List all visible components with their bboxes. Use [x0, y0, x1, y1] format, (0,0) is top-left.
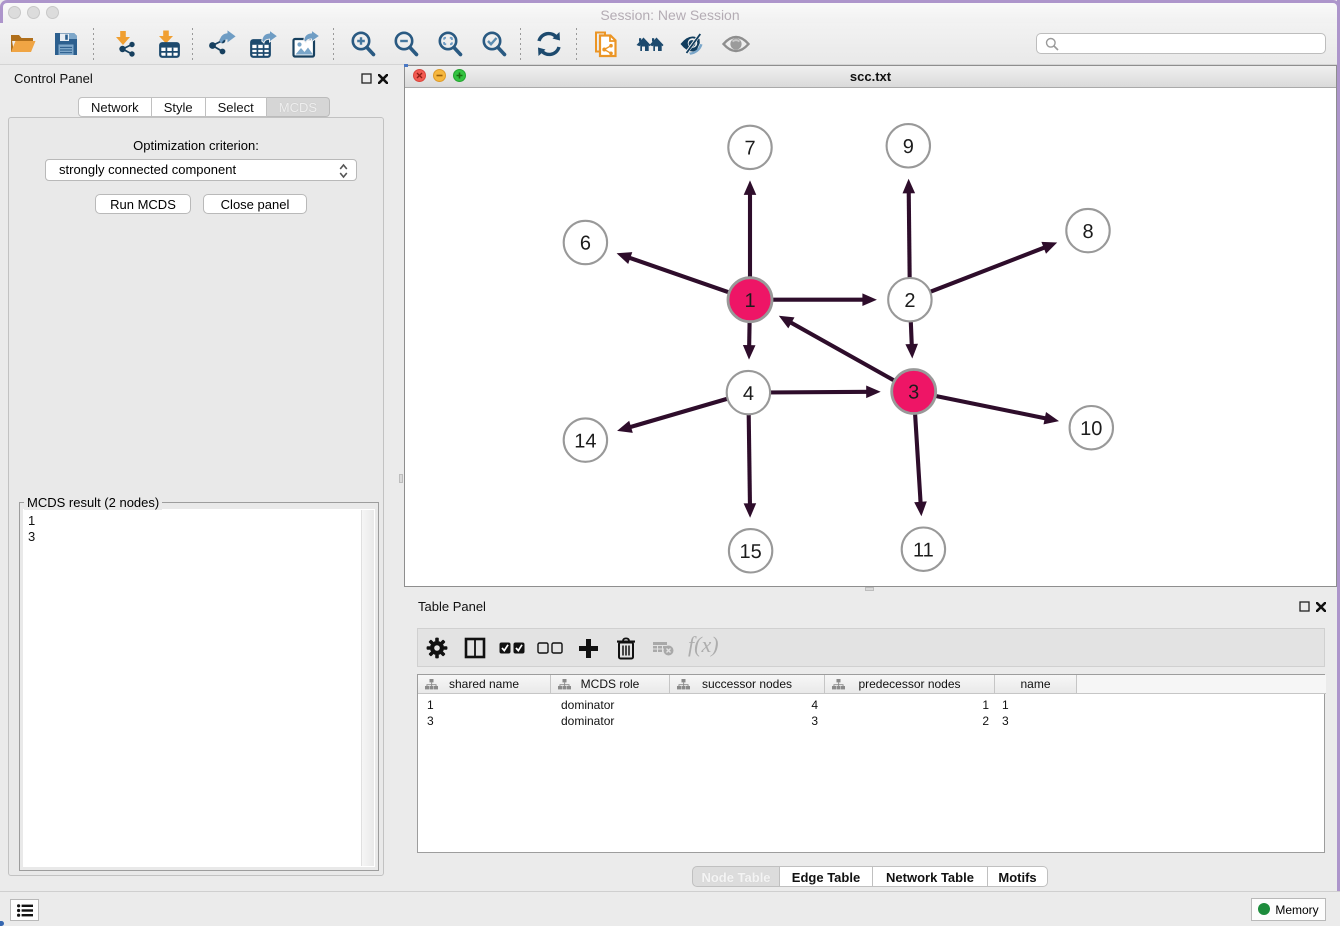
svg-text:6: 6	[580, 233, 591, 255]
svg-text:7: 7	[744, 138, 755, 160]
svg-text:9: 9	[903, 136, 914, 158]
svg-text:11: 11	[913, 539, 934, 561]
svg-text:3: 3	[908, 382, 919, 404]
svg-text:14: 14	[574, 430, 596, 452]
svg-text:10: 10	[1080, 418, 1102, 440]
svg-text:1: 1	[744, 290, 755, 312]
svg-text:2: 2	[904, 290, 915, 312]
svg-text:15: 15	[739, 541, 761, 563]
svg-text:4: 4	[743, 383, 754, 405]
svg-text:8: 8	[1082, 221, 1093, 243]
